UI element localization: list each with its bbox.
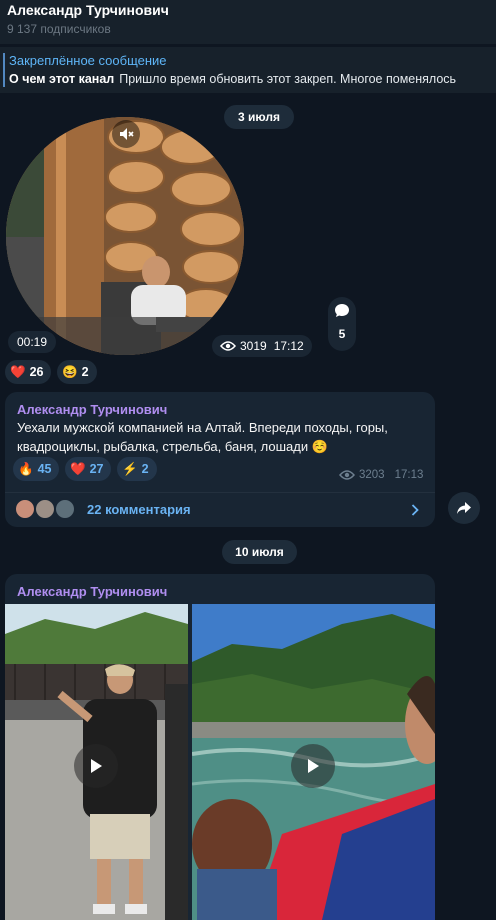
fire-icon: 🔥 — [18, 461, 34, 476]
message-bubble[interactable]: Александр Турчинович — [5, 574, 435, 920]
muted-icon[interactable] — [112, 120, 140, 148]
pinned-message[interactable]: Закреплённое сообщение О чем этот канал П… — [0, 47, 496, 93]
reaction-count: 2 — [141, 462, 149, 476]
play-icon — [308, 759, 319, 773]
reaction-laugh[interactable]: 😆 2 — [57, 360, 97, 384]
channel-header[interactable]: Александр Турчинович 9 137 подписчиков — [0, 0, 496, 44]
message-bubble[interactable]: Александр Турчинович Уехали мужской комп… — [5, 392, 435, 527]
date-separator: 3 июля — [224, 105, 294, 129]
eye-icon — [339, 470, 355, 480]
post-text-line: Уехали мужской компанией на Алтай. Впере… — [17, 420, 388, 435]
laugh-icon: 😆 — [62, 364, 78, 379]
play-button[interactable] — [291, 744, 335, 788]
comment-icon — [335, 304, 349, 317]
pinned-bold-text: О чем этот канал — [9, 72, 115, 86]
smile-icon: ☺️ — [311, 439, 328, 454]
reaction-count: 45 — [37, 462, 52, 476]
view-count: 3203 — [359, 469, 385, 481]
heart-icon: ❤️ — [10, 364, 26, 379]
share-button[interactable] — [448, 492, 480, 524]
post-text-line: квадроциклы, рыбалка, стрельба, баня, ло… — [17, 437, 427, 456]
reaction-count: 26 — [29, 365, 44, 379]
round-video-frame — [6, 117, 244, 355]
play-icon — [91, 759, 102, 773]
comments-label: 22 комментария — [87, 502, 191, 517]
reaction-heart[interactable]: ❤️ 27 — [65, 457, 112, 481]
reaction-count: 27 — [89, 462, 104, 476]
play-button[interactable] — [74, 744, 118, 788]
post-meta: 3203 17:13 — [339, 469, 423, 481]
view-count: 3019 — [240, 339, 267, 353]
reaction-heart[interactable]: ❤️ 26 — [5, 360, 52, 384]
eye-icon — [220, 341, 236, 351]
video-duration: 00:19 — [8, 331, 57, 353]
round-video[interactable] — [6, 117, 244, 355]
video-thumbnail[interactable] — [192, 604, 435, 920]
reaction-count: 2 — [81, 365, 89, 379]
video-meta: 3019 17:12 — [212, 335, 312, 357]
lightning-icon: ⚡ — [122, 461, 138, 476]
subscriber-count: 9 137 подписчиков — [7, 22, 111, 36]
pinned-text: Пришло время обновить этот закреп. Много… — [119, 72, 457, 86]
video-thumbnail[interactable] — [5, 604, 188, 920]
pinned-preview: О чем этот канал Пришло время обновить эт… — [9, 71, 496, 88]
post-text-content: квадроциклы, рыбалка, стрельба, баня, ло… — [17, 439, 309, 454]
post-text: Уехали мужской компанией на Алтай. Впере… — [17, 418, 427, 456]
heart-icon: ❤️ — [70, 461, 86, 476]
post-author[interactable]: Александр Турчинович — [17, 584, 167, 600]
message-time: 17:12 — [273, 339, 304, 353]
comments-count: 5 — [338, 327, 346, 341]
reaction-lightning[interactable]: ⚡ 2 — [117, 457, 157, 481]
chevron-right-icon — [411, 504, 419, 516]
channel-title: Александр Турчинович — [7, 2, 169, 18]
post-author[interactable]: Александр Турчинович — [17, 402, 167, 418]
share-icon — [457, 502, 471, 514]
comments-button[interactable]: 5 — [328, 297, 356, 351]
comments-link[interactable]: 22 комментария — [5, 493, 435, 527]
avatar — [34, 498, 56, 520]
avatar — [14, 498, 36, 520]
reaction-fire[interactable]: 🔥 45 — [13, 457, 60, 481]
message-time: 17:13 — [394, 469, 424, 481]
date-separator: 10 июля — [222, 540, 297, 564]
pinned-label: Закреплённое сообщение — [9, 53, 167, 68]
avatar — [54, 498, 76, 520]
